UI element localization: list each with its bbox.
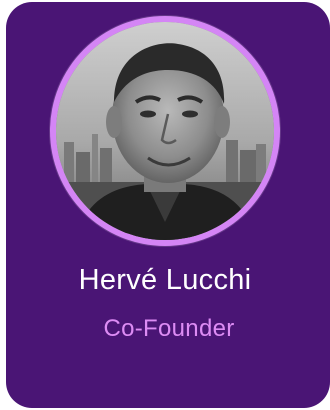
person-role: Co-Founder	[103, 315, 235, 342]
avatar-ring	[50, 16, 280, 246]
person-name: Hervé Lucchi	[78, 264, 252, 296]
headshot-photo	[56, 22, 274, 240]
avatar	[56, 22, 274, 240]
profile-card: Hervé Lucchi Co-Founder	[6, 2, 330, 408]
